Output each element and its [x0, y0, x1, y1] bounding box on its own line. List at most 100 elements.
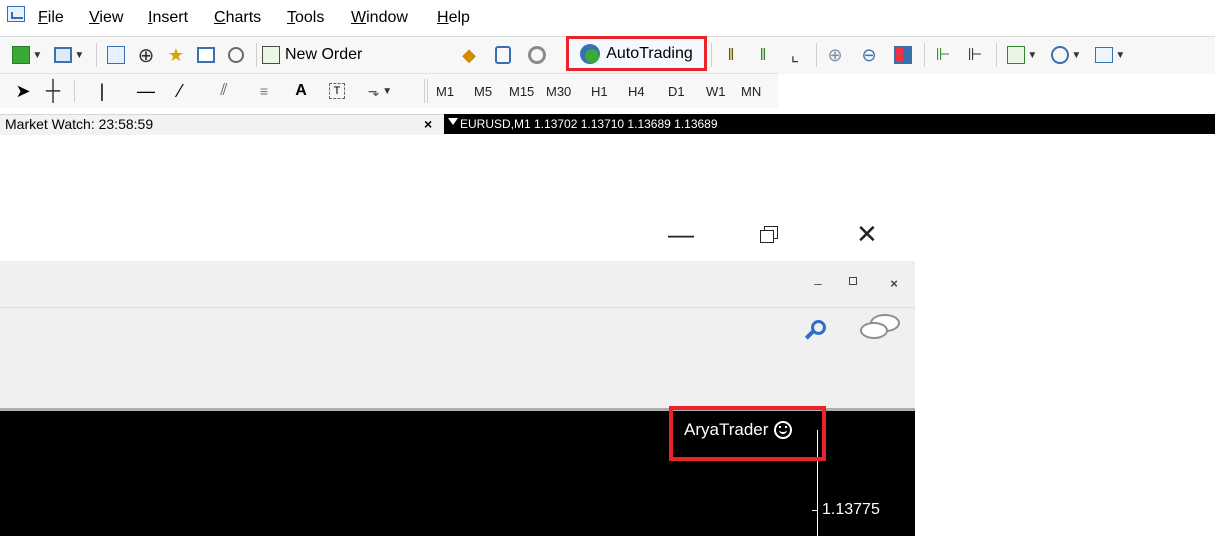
market-watch-button[interactable] [104, 43, 128, 67]
chart-shift-icon: ⊩ [935, 45, 951, 64]
timeframe-w1[interactable]: W1 [706, 84, 726, 99]
restore-front-icon [760, 230, 774, 243]
timeframe-mn[interactable]: MN [741, 84, 761, 99]
line-chart-icon: ⌞ [790, 44, 800, 65]
panel-close-button[interactable]: × [882, 271, 906, 295]
crosshair-tool-icon: ┼ [45, 79, 61, 102]
timeframe-m30[interactable]: M30 [546, 84, 571, 99]
chat-button[interactable] [858, 312, 904, 346]
candlestick-icon: ǁ [759, 45, 767, 64]
chart-dropdown-icon[interactable] [448, 118, 458, 125]
chat-bubble-front-icon [860, 322, 888, 339]
timeframe-h4[interactable]: H4 [628, 84, 645, 99]
market-watch-header: Market Watch: 23:58:59 × [0, 114, 444, 135]
indicators-button[interactable]: ▼ [1002, 43, 1042, 67]
candlestick-button[interactable]: ǁ [750, 43, 776, 67]
metaeditor-icon: ◆ [462, 44, 476, 65]
timeframe-d1[interactable]: D1 [668, 84, 685, 99]
chart-symbol-info: EURUSD,M1 1.13702 1.13710 1.13689 1.1368… [460, 117, 718, 131]
new-order-button[interactable]: New Order [262, 42, 392, 68]
fibonacci-icon: ≡ [259, 83, 269, 99]
window-restore-button[interactable] [760, 226, 780, 244]
crosshair-icon: ⊕ [137, 44, 155, 67]
tile-windows-button[interactable] [890, 43, 916, 67]
panel-minimize-button[interactable]: – [806, 271, 830, 295]
market-watch-icon [107, 46, 125, 64]
tile-windows-icon [894, 46, 912, 64]
account-name[interactable]: AryaTrader [684, 420, 793, 440]
line-studies-toolbar: ➤ ┼ | — ⁄ ⫽ ≡ A T ⬎ ▼ [0, 73, 778, 108]
line-chart-button[interactable]: ⌞ [782, 43, 808, 67]
timeframe-m15[interactable]: M15 [509, 84, 534, 99]
vps-button[interactable] [524, 43, 550, 67]
strategy-tester-button[interactable] [224, 43, 248, 67]
new-order-label: New Order [285, 46, 363, 63]
horizontal-line-icon: — [137, 80, 155, 101]
zoom-out-button[interactable]: ⊖ [856, 43, 882, 67]
market-watch-close-button[interactable]: × [424, 116, 432, 132]
autoscroll-button[interactable]: ⊩ [962, 43, 988, 67]
new-chart-icon [11, 46, 30, 64]
crosshair-button[interactable]: ┼ [42, 79, 64, 103]
panel-restore-button[interactable] [841, 271, 865, 295]
menu-file[interactable]: File [38, 9, 64, 27]
price-tick [812, 510, 818, 511]
new-order-icon [262, 46, 280, 64]
clock-icon [1050, 46, 1069, 64]
panel-header [0, 261, 915, 307]
window-close-button[interactable]: ✕ [856, 221, 878, 247]
autotrading-button[interactable]: AutoTrading [566, 36, 707, 71]
profiles-button[interactable]: ▼ [50, 43, 88, 67]
menu-window[interactable]: Window [351, 9, 408, 27]
cursor-icon: ➤ [15, 80, 31, 101]
vertical-line-button[interactable]: | [92, 79, 112, 103]
app-icon [7, 6, 25, 22]
people-icon [495, 46, 511, 64]
menu-tools[interactable]: Tools [287, 9, 324, 27]
arrows-button[interactable]: ⬎ ▼ [360, 79, 400, 103]
data-window-button[interactable]: ⊕ [134, 43, 158, 67]
trendline-button[interactable]: ⁄ [168, 79, 192, 103]
cursor-button[interactable]: ➤ [12, 79, 34, 103]
terminal-icon [197, 47, 215, 63]
equidistant-channel-button[interactable]: ⫽ [210, 79, 238, 103]
signal-radar-icon [528, 46, 546, 64]
templates-icon [1094, 47, 1113, 63]
text-tool-label: A [295, 82, 307, 99]
new-chart-button[interactable]: ▼ [8, 43, 46, 67]
trendline-icon: ⁄ [178, 80, 182, 101]
bar-chart-icon: ǁ [727, 45, 735, 64]
timeframe-h1[interactable]: H1 [591, 84, 608, 99]
smiley-icon [774, 421, 793, 439]
signals-button[interactable] [490, 43, 516, 67]
menu-insert[interactable]: Insert [148, 9, 188, 27]
chart-window-titlebar: EURUSD,M1 1.13702 1.13710 1.13689 1.1368… [444, 114, 1215, 134]
metaeditor-button[interactable]: ◆ [456, 43, 482, 67]
tester-clock-icon [228, 47, 244, 63]
menu-help[interactable]: Help [437, 9, 470, 27]
text-button[interactable]: A [290, 79, 312, 103]
chart-shift-button[interactable]: ⊩ [930, 43, 956, 67]
panel-toolbar-area [0, 307, 915, 410]
terminal-button[interactable] [194, 43, 218, 67]
horizontal-line-button[interactable]: — [134, 79, 158, 103]
search-button[interactable] [803, 318, 829, 344]
channel-icon: ⫽ [220, 82, 228, 99]
zoom-in-button[interactable]: ⊕ [822, 43, 848, 67]
account-name-label: AryaTrader [684, 420, 769, 439]
templates-button[interactable]: ▼ [1090, 43, 1130, 67]
navigator-star-icon: ★ [167, 44, 185, 65]
navigator-button[interactable]: ★ [164, 43, 188, 67]
window-minimize-button[interactable]: — [668, 221, 694, 247]
fibonacci-button[interactable]: ≡ [250, 79, 278, 103]
periods-button[interactable]: ▼ [1046, 43, 1086, 67]
menu-view[interactable]: View [89, 9, 123, 27]
timeframe-m5[interactable]: M5 [474, 84, 492, 99]
price-label: 1.13775 [822, 501, 880, 518]
autotrading-label: AutoTrading [606, 44, 693, 62]
bar-chart-button[interactable]: ǁ [718, 43, 744, 67]
timeframe-m1[interactable]: M1 [436, 84, 454, 99]
text-label-button[interactable]: T [326, 79, 348, 103]
autotrading-icon [580, 43, 601, 64]
menu-charts[interactable]: Charts [214, 9, 261, 27]
